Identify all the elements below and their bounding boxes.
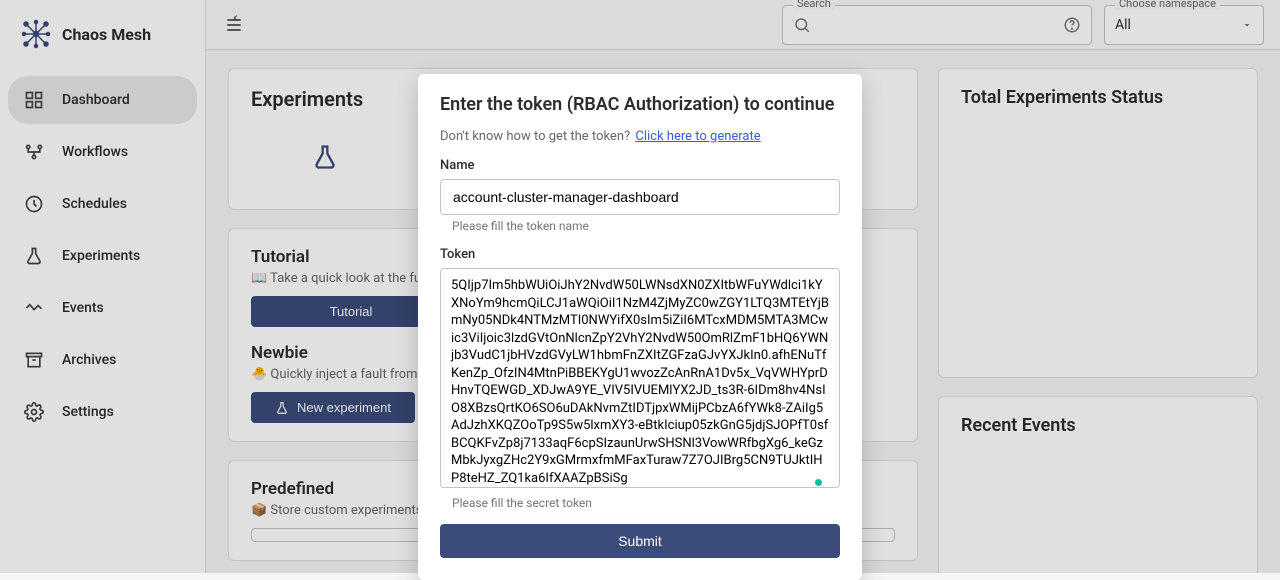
token-help-text: Please fill the secret token xyxy=(452,496,840,510)
token-name-input[interactable] xyxy=(440,179,840,215)
token-label: Token xyxy=(440,247,840,262)
token-modal: Enter the token (RBAC Authorization) to … xyxy=(418,74,862,580)
modal-overlay: Enter the token (RBAC Authorization) to … xyxy=(0,0,1280,573)
token-textarea[interactable] xyxy=(440,268,840,488)
name-label: Name xyxy=(440,158,840,173)
modal-title: Enter the token (RBAC Authorization) to … xyxy=(440,94,840,115)
grammar-indicator-icon xyxy=(815,479,822,486)
name-help-text: Please fill the token name xyxy=(452,219,840,233)
submit-button[interactable]: Submit xyxy=(440,524,840,558)
modal-help-text: Don't know how to get the token? Click h… xyxy=(440,129,840,144)
generate-token-link[interactable]: Click here to generate xyxy=(635,129,760,144)
